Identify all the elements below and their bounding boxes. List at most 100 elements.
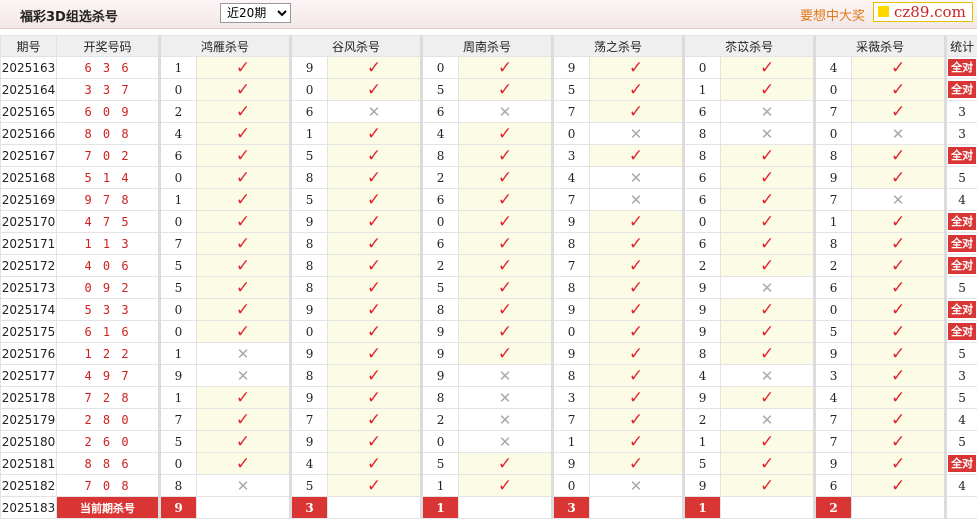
- table-row: 20251756 1 60✓0✓9✓0✓9✓5✓全对: [1, 321, 977, 343]
- stat-cell: 5: [946, 343, 977, 365]
- result-cell: ✓: [197, 277, 291, 299]
- check-icon: ✓: [629, 454, 643, 474]
- kill-number: 6: [815, 475, 852, 497]
- table-row: 20251745 3 30✓9✓8✓9✓9✓0✓全对: [1, 299, 977, 321]
- check-icon: ✓: [760, 388, 774, 408]
- kill-number: 8: [684, 123, 721, 145]
- draw-number: 6 0 9: [57, 101, 160, 123]
- col-expert-1: 鸿雁杀号: [160, 36, 291, 57]
- issue-number: 2025169: [1, 189, 57, 211]
- kill-number: 0: [553, 123, 590, 145]
- result-cell: ✓: [852, 277, 946, 299]
- check-icon: ✓: [498, 146, 512, 166]
- result-cell: ✕: [721, 409, 815, 431]
- check-icon: ✓: [236, 256, 250, 276]
- issue-number: 2025166: [1, 123, 57, 145]
- check-icon: ✓: [236, 190, 250, 210]
- check-icon: ✓: [498, 300, 512, 320]
- result-cell: ✓: [197, 299, 291, 321]
- check-icon: ✓: [891, 366, 905, 386]
- issue-number: 2025164: [1, 79, 57, 101]
- draw-number: 7 2 8: [57, 387, 160, 409]
- all-right-badge: 全对: [948, 257, 976, 274]
- result-cell: ✓: [197, 233, 291, 255]
- period-select[interactable]: 近20期: [220, 3, 291, 23]
- result-cell: ✓: [197, 57, 291, 79]
- result-cell: ✓: [590, 453, 684, 475]
- kill-number: 0: [553, 475, 590, 497]
- kill-number: 0: [422, 431, 459, 453]
- kill-number: 9: [684, 277, 721, 299]
- result-cell: ✓: [328, 299, 422, 321]
- kill-number: 8: [815, 145, 852, 167]
- result-cell: ✓: [590, 321, 684, 343]
- logo-text: cz89.com: [894, 3, 966, 21]
- table-row: 20251792 8 07✓7✓2✕7✓2✕7✓4: [1, 409, 977, 431]
- kill-number: 0: [422, 211, 459, 233]
- result-cell: ✓: [197, 255, 291, 277]
- check-icon: ✓: [498, 168, 512, 188]
- kill-number: 5: [422, 79, 459, 101]
- kill-number: 0: [815, 79, 852, 101]
- empty-cell: [197, 497, 291, 519]
- check-icon: ✓: [498, 278, 512, 298]
- result-cell: ✓: [852, 233, 946, 255]
- result-cell: ✓: [197, 123, 291, 145]
- result-cell: ✕: [459, 365, 553, 387]
- result-cell: ✓: [852, 321, 946, 343]
- stat-cell: 全对: [946, 233, 977, 255]
- result-cell: ✓: [852, 431, 946, 453]
- result-cell: ✕: [590, 167, 684, 189]
- check-icon: ✓: [367, 388, 381, 408]
- table-row: 20251677 0 26✓5✓8✓3✓8✓8✓全对: [1, 145, 977, 167]
- kill-number: 0: [684, 57, 721, 79]
- kill-number: 4: [291, 453, 328, 475]
- check-icon: ✓: [236, 124, 250, 144]
- cross-icon: ✕: [237, 345, 250, 363]
- issue-number: 2025165: [1, 101, 57, 123]
- kill-number: 9: [684, 321, 721, 343]
- check-icon: ✓: [891, 102, 905, 122]
- check-icon: ✓: [891, 432, 905, 452]
- kill-number: 6: [684, 101, 721, 123]
- kill-number: 1: [160, 57, 197, 79]
- check-icon: ✓: [629, 212, 643, 232]
- result-cell: ✓: [721, 233, 815, 255]
- result-cell: ✕: [197, 365, 291, 387]
- result-cell: ✓: [197, 101, 291, 123]
- kill-number: 9: [422, 365, 459, 387]
- kill-number: 6: [684, 189, 721, 211]
- kill-number: 5: [291, 189, 328, 211]
- kill-number: 5: [684, 453, 721, 475]
- empty-cell: [721, 497, 815, 519]
- result-cell: ✓: [459, 277, 553, 299]
- stat-cell: 全对: [946, 299, 977, 321]
- check-icon: ✓: [629, 58, 643, 78]
- result-cell: ✓: [328, 189, 422, 211]
- kill-number: 6: [422, 233, 459, 255]
- kill-number: 7: [815, 409, 852, 431]
- kill-number: 0: [160, 79, 197, 101]
- check-icon: ✓: [498, 322, 512, 342]
- current-kill-number: 1: [684, 497, 721, 519]
- check-icon: ✓: [498, 212, 512, 232]
- result-cell: ✓: [459, 321, 553, 343]
- issue-number: 2025177: [1, 365, 57, 387]
- kill-number: 8: [291, 233, 328, 255]
- kill-number: 3: [553, 145, 590, 167]
- result-cell: ✓: [328, 255, 422, 277]
- check-icon: ✓: [498, 256, 512, 276]
- result-cell: ✓: [852, 145, 946, 167]
- site-logo[interactable]: cz89.com: [873, 2, 973, 22]
- result-cell: ✓: [197, 145, 291, 167]
- result-cell: ✓: [328, 365, 422, 387]
- result-cell: ✕: [852, 123, 946, 145]
- check-icon: ✓: [236, 454, 250, 474]
- draw-number: 1 1 3: [57, 233, 160, 255]
- check-icon: ✓: [236, 322, 250, 342]
- kill-number: 2: [684, 409, 721, 431]
- result-cell: ✓: [328, 453, 422, 475]
- kill-number: 6: [815, 277, 852, 299]
- check-icon: ✓: [367, 58, 381, 78]
- check-icon: ✓: [891, 322, 905, 342]
